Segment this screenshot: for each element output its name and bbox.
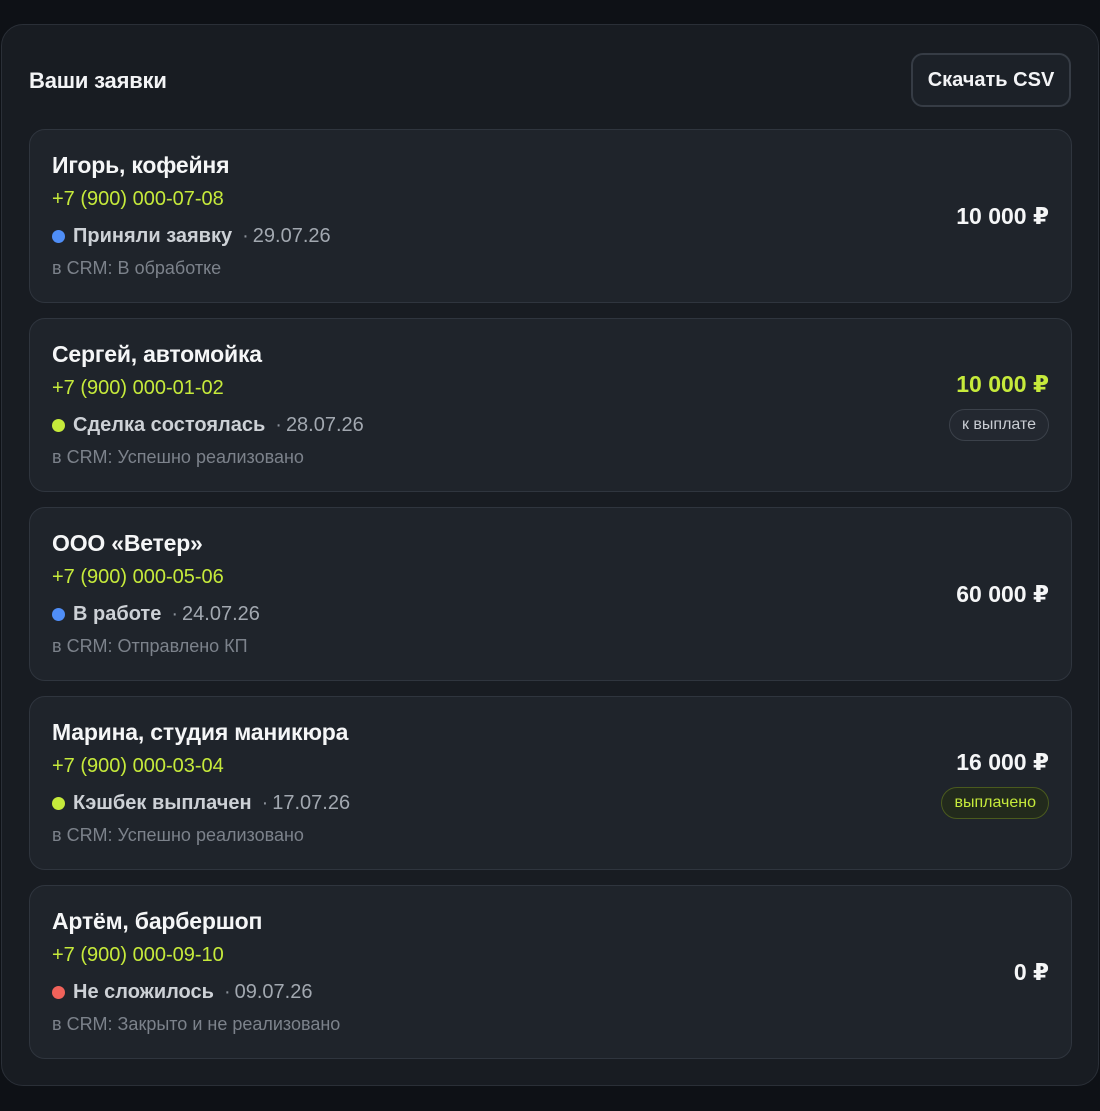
status-label: Не сложилось [73, 981, 214, 1003]
request-name: Игорь, кофейня [52, 152, 230, 178]
request-name: Сергей, автомойка [52, 341, 262, 367]
status-dot-icon [52, 608, 65, 621]
crm-status: в CRM: Отправлено КП [52, 636, 248, 656]
request-card[interactable]: Игорь, кофейня +7 (900) 000-07-08 Принял… [29, 129, 1072, 303]
request-name: Марина, студия маникюра [52, 719, 349, 745]
request-phone[interactable]: +7 (900) 000-03-04 [52, 755, 224, 778]
status-dot-icon [52, 797, 65, 810]
crm-status: в CRM: В обработке [52, 258, 222, 278]
page-title: Ваши заявки [29, 68, 167, 93]
status-date: 29.07.26 [252, 225, 331, 247]
paid-badge: выплачено [941, 787, 1049, 819]
request-status: Не сложилось · 09.07.26 [52, 981, 312, 1004]
download-csv-button[interactable]: Скачать CSV [911, 53, 1071, 107]
separator: · [223, 981, 231, 1003]
payout-pending-badge: к выплате [948, 409, 1049, 441]
request-phone[interactable]: +7 (900) 000-07-08 [52, 188, 224, 211]
status-label: В работе [73, 603, 162, 625]
status-date: 09.07.26 [234, 981, 313, 1003]
crm-status: в CRM: Успешно реализовано [52, 447, 304, 467]
request-card[interactable]: Артём, барбершоп +7 (900) 000-09-10 Не с… [29, 885, 1072, 1059]
request-status: Сделка состоялась · 28.07.26 [52, 414, 364, 437]
request-card[interactable]: ООО «Ветер» +7 (900) 000-05-06 В работе … [29, 507, 1072, 681]
request-status: Кэшбек выплачен · 17.07.26 [52, 792, 350, 815]
status-dot-icon [52, 230, 65, 243]
status-dot-icon [52, 419, 65, 432]
crm-status: в CRM: Успешно реализовано [52, 825, 304, 845]
request-amount: 10 000 ₽ [956, 371, 1049, 397]
separator: · [171, 603, 179, 625]
request-amount: 16 000 ₽ [956, 749, 1049, 775]
request-status: В работе · 24.07.26 [52, 603, 260, 626]
request-amount: 10 000 ₽ [956, 203, 1049, 229]
status-dot-icon [52, 986, 65, 999]
request-status: Приняли заявку · 29.07.26 [52, 225, 331, 248]
separator: · [261, 792, 269, 814]
request-phone[interactable]: +7 (900) 000-09-10 [52, 944, 224, 967]
request-amount: 60 000 ₽ [956, 581, 1049, 607]
request-amount: 0 ₽ [1013, 959, 1049, 985]
status-label: Приняли заявку [73, 225, 233, 247]
status-date: 28.07.26 [285, 414, 364, 436]
requests-panel: Ваши заявки Скачать CSV Игорь, кофейня +… [1, 24, 1099, 1086]
request-card[interactable]: Марина, студия маникюра +7 (900) 000-03-… [29, 696, 1072, 870]
separator: · [275, 414, 282, 436]
status-label: Сделка состоялась [73, 414, 266, 436]
request-name: Артём, барбершоп [52, 908, 263, 934]
request-phone[interactable]: +7 (900) 000-01-02 [52, 377, 224, 400]
separator: · [242, 225, 249, 247]
status-date: 24.07.26 [182, 603, 260, 625]
request-name: ООО «Ветер» [52, 530, 203, 556]
status-label: Кэшбек выплачен [73, 792, 252, 814]
status-date: 17.07.26 [272, 792, 351, 814]
crm-status: в CRM: Закрыто и не реализовано [52, 1014, 341, 1034]
request-card[interactable]: Сергей, автомойка +7 (900) 000-01-02 Сде… [29, 318, 1072, 492]
request-phone[interactable]: +7 (900) 000-05-06 [52, 566, 224, 589]
